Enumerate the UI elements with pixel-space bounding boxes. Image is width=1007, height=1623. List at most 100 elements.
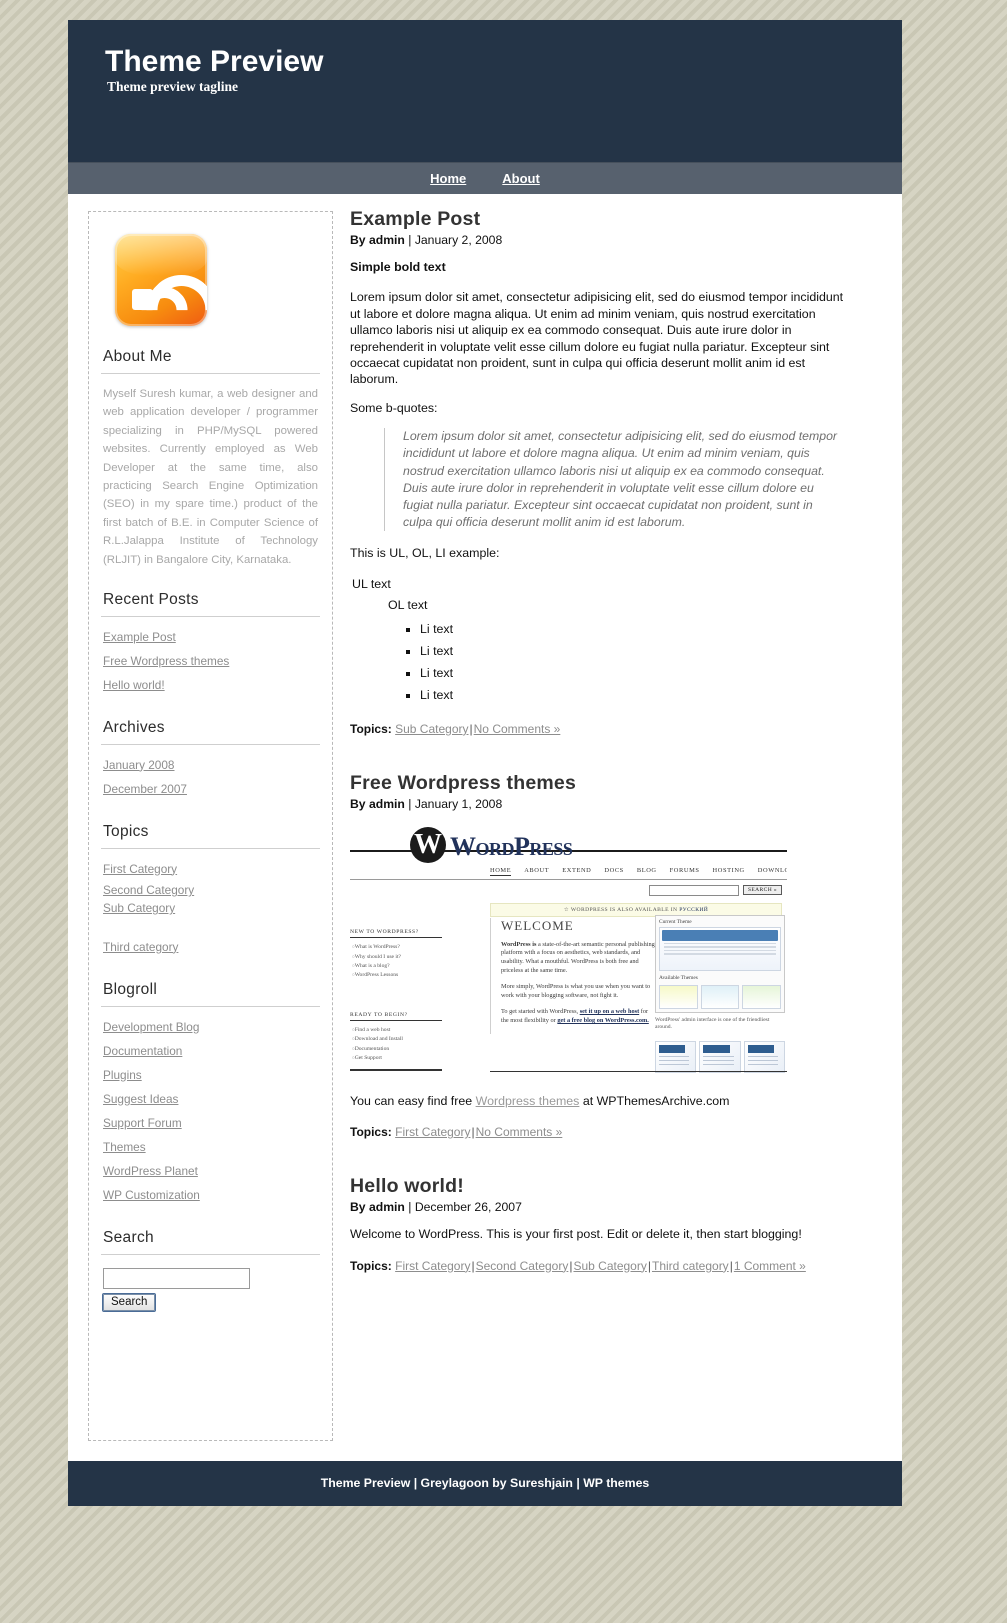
blogroll-list: Development Blog Documentation Plugins S…: [101, 1015, 320, 1207]
wp-left-column: NEW TO WORDPRESS? What is WordPress? Why…: [350, 929, 442, 1063]
post-bold-lead: Simple bold text: [350, 260, 446, 274]
widget-title-search: Search: [101, 1229, 320, 1256]
wordpress-wordmark: WordPress: [450, 831, 573, 861]
topic-link-second-category[interactable]: Second Category: [101, 882, 194, 899]
list-item: Li text: [420, 684, 845, 706]
wordpress-logo-icon: W: [410, 826, 446, 863]
blogroll-link[interactable]: Plugins: [101, 1063, 142, 1087]
wordpress-org-screenshot-image: W WordPress HOME ABOUT EXTEND DOCS BLOG …: [350, 822, 787, 1093]
list-item: Example Post: [101, 625, 320, 649]
wp-left-item: WordPress Lessons: [350, 970, 442, 979]
wp-theme-tile: [659, 984, 698, 1009]
topic-link[interactable]: Third category: [652, 1259, 729, 1273]
wp-left-item: Get Support: [350, 1053, 442, 1062]
post-author: By admin: [350, 1200, 405, 1215]
list-item: Themes: [101, 1135, 320, 1159]
wp-left-item: What is WordPress?: [350, 943, 442, 952]
widget-title-recent-posts: Recent Posts: [101, 591, 320, 618]
wp-para3-pre: To get started with WordPress,: [501, 1008, 580, 1016]
list-item: Support Forum: [101, 1111, 320, 1135]
rss-icon-wrapper[interactable]: [101, 224, 320, 330]
list-item: Suggest Ideas: [101, 1087, 320, 1111]
search-form: Search: [101, 1268, 320, 1313]
blogroll-link[interactable]: Themes: [101, 1135, 146, 1159]
archive-link[interactable]: December 2007: [101, 777, 187, 801]
list-item: Development Blog: [101, 1015, 320, 1039]
wp-middle-column: WELCOME WordPress is a state-of-the-art …: [490, 917, 656, 1034]
site-tagline: Theme preview tagline: [107, 79, 238, 94]
widget-title-blogroll: Blogroll: [101, 981, 320, 1008]
topic-link[interactable]: Second Category: [476, 1259, 569, 1273]
topics-label: Topics:: [350, 1258, 392, 1273]
wp-thumb-bar: [662, 929, 778, 941]
post-meta: By admin | December 26, 2007: [350, 1200, 845, 1214]
blogroll-link[interactable]: Development Blog: [101, 1015, 199, 1039]
wp-para1-bold: WordPress is: [501, 940, 537, 948]
post-title: Free Wordpress themes: [350, 771, 577, 794]
blogroll-link[interactable]: Documentation: [101, 1039, 182, 1063]
wp-left-item: Why should I use it?: [350, 952, 442, 961]
topic-link-third-category[interactable]: Third category: [101, 935, 178, 959]
comments-link[interactable]: No Comments »: [476, 1125, 563, 1139]
search-button[interactable]: Search: [101, 1293, 157, 1313]
site-footer: Theme Preview | Greylagoon by Sureshjain…: [68, 1461, 902, 1506]
page-wrapper: Theme Preview Theme preview tagline Home…: [68, 20, 902, 1506]
wp-right-column: Current Theme Available Themes WordPress…: [655, 914, 785, 1073]
blogroll-link[interactable]: WordPress Planet: [101, 1159, 198, 1183]
nav-item-home[interactable]: Home: [430, 171, 466, 186]
wp-screen-thumb: [655, 1040, 697, 1073]
recent-posts-list: Example Post Free Wordpress themes Hello…: [101, 625, 320, 697]
archive-link[interactable]: January 2008: [101, 753, 175, 777]
recent-post-link[interactable]: Hello world!: [101, 673, 165, 697]
wp-theme-tile: [742, 984, 782, 1009]
blogroll-link[interactable]: Suggest Ideas: [101, 1087, 178, 1111]
themes-line-post: at WPThemesArchive.com: [579, 1093, 730, 1108]
post-hello-world: Hello world! By admin | December 26, 200…: [350, 1175, 845, 1272]
wp-theme-thumbnail: [659, 926, 781, 971]
wp-nav-blog: BLOG: [636, 866, 657, 874]
comments-link[interactable]: 1 Comment »: [734, 1259, 806, 1273]
wp-welcome-heading: WELCOME: [501, 917, 574, 933]
topic-link-sub-category[interactable]: Sub Category: [101, 900, 175, 917]
wp-paragraph-2: More simply, WordPress is what you use w…: [501, 983, 651, 999]
wp-search-button: SEARCH »: [742, 885, 782, 896]
wp-thumb-line: [664, 946, 776, 948]
list-item: Li text: [420, 618, 845, 640]
topic-link[interactable]: Sub Category: [573, 1259, 646, 1273]
recent-post-link[interactable]: Free Wordpress themes: [101, 649, 229, 673]
topic-link[interactable]: Sub Category: [395, 722, 468, 736]
themes-line-pre: You can easy find free: [350, 1093, 476, 1108]
topics-list: First Category Second Category Sub Categ…: [101, 857, 320, 959]
wp-logo-row: W WordPress: [350, 823, 787, 867]
topic-link[interactable]: First Category: [395, 1259, 470, 1273]
wp-paragraph-1: WordPress is a state-of-the-art semantic…: [501, 941, 656, 975]
wp-current-theme-panel: Current Theme Available Themes: [655, 914, 785, 1013]
blogroll-link[interactable]: WP Customization: [101, 1183, 200, 1207]
blogroll-link[interactable]: Support Forum: [101, 1111, 182, 1135]
wp-nav-home: HOME: [490, 866, 512, 876]
wordpress-themes-link[interactable]: Wordpress themes: [476, 1094, 580, 1108]
recent-post-link[interactable]: Example Post: [101, 625, 176, 649]
wp-bottom-rule-right: [490, 1070, 787, 1072]
comments-link[interactable]: No Comments »: [474, 722, 561, 736]
topic-link-first-category[interactable]: First Category: [101, 857, 177, 881]
site-title: Theme Preview: [105, 45, 324, 78]
post-example-post: Example Post By admin | January 2, 2008 …: [350, 208, 845, 736]
post-meta: By admin | January 2, 2008: [350, 233, 845, 247]
wp-available-themes-title: Available Themes: [659, 974, 698, 981]
search-input[interactable]: [103, 1268, 250, 1290]
post-date: December 26, 2007: [414, 1200, 522, 1215]
quote-intro: Some b-quotes:: [350, 400, 438, 415]
nav-item-about[interactable]: About: [502, 171, 540, 186]
wp-nav: HOME ABOUT EXTEND DOCS BLOG FORUMS HOSTI…: [490, 867, 787, 876]
list-item: WordPress Planet: [101, 1159, 320, 1183]
topics-label: Topics:: [350, 1125, 392, 1140]
topic-link[interactable]: First Category: [395, 1125, 470, 1139]
rss-feed-icon[interactable]: [115, 234, 207, 326]
ol-text: OL text: [388, 597, 428, 612]
post-meta-separator: |: [404, 796, 415, 811]
wp-left-item: Find a web host: [350, 1026, 442, 1035]
wp-link-set-it-up: set it up on a web host: [579, 1008, 640, 1016]
list-item: Third category: [101, 917, 320, 959]
wp-screen-thumb: [699, 1040, 741, 1073]
